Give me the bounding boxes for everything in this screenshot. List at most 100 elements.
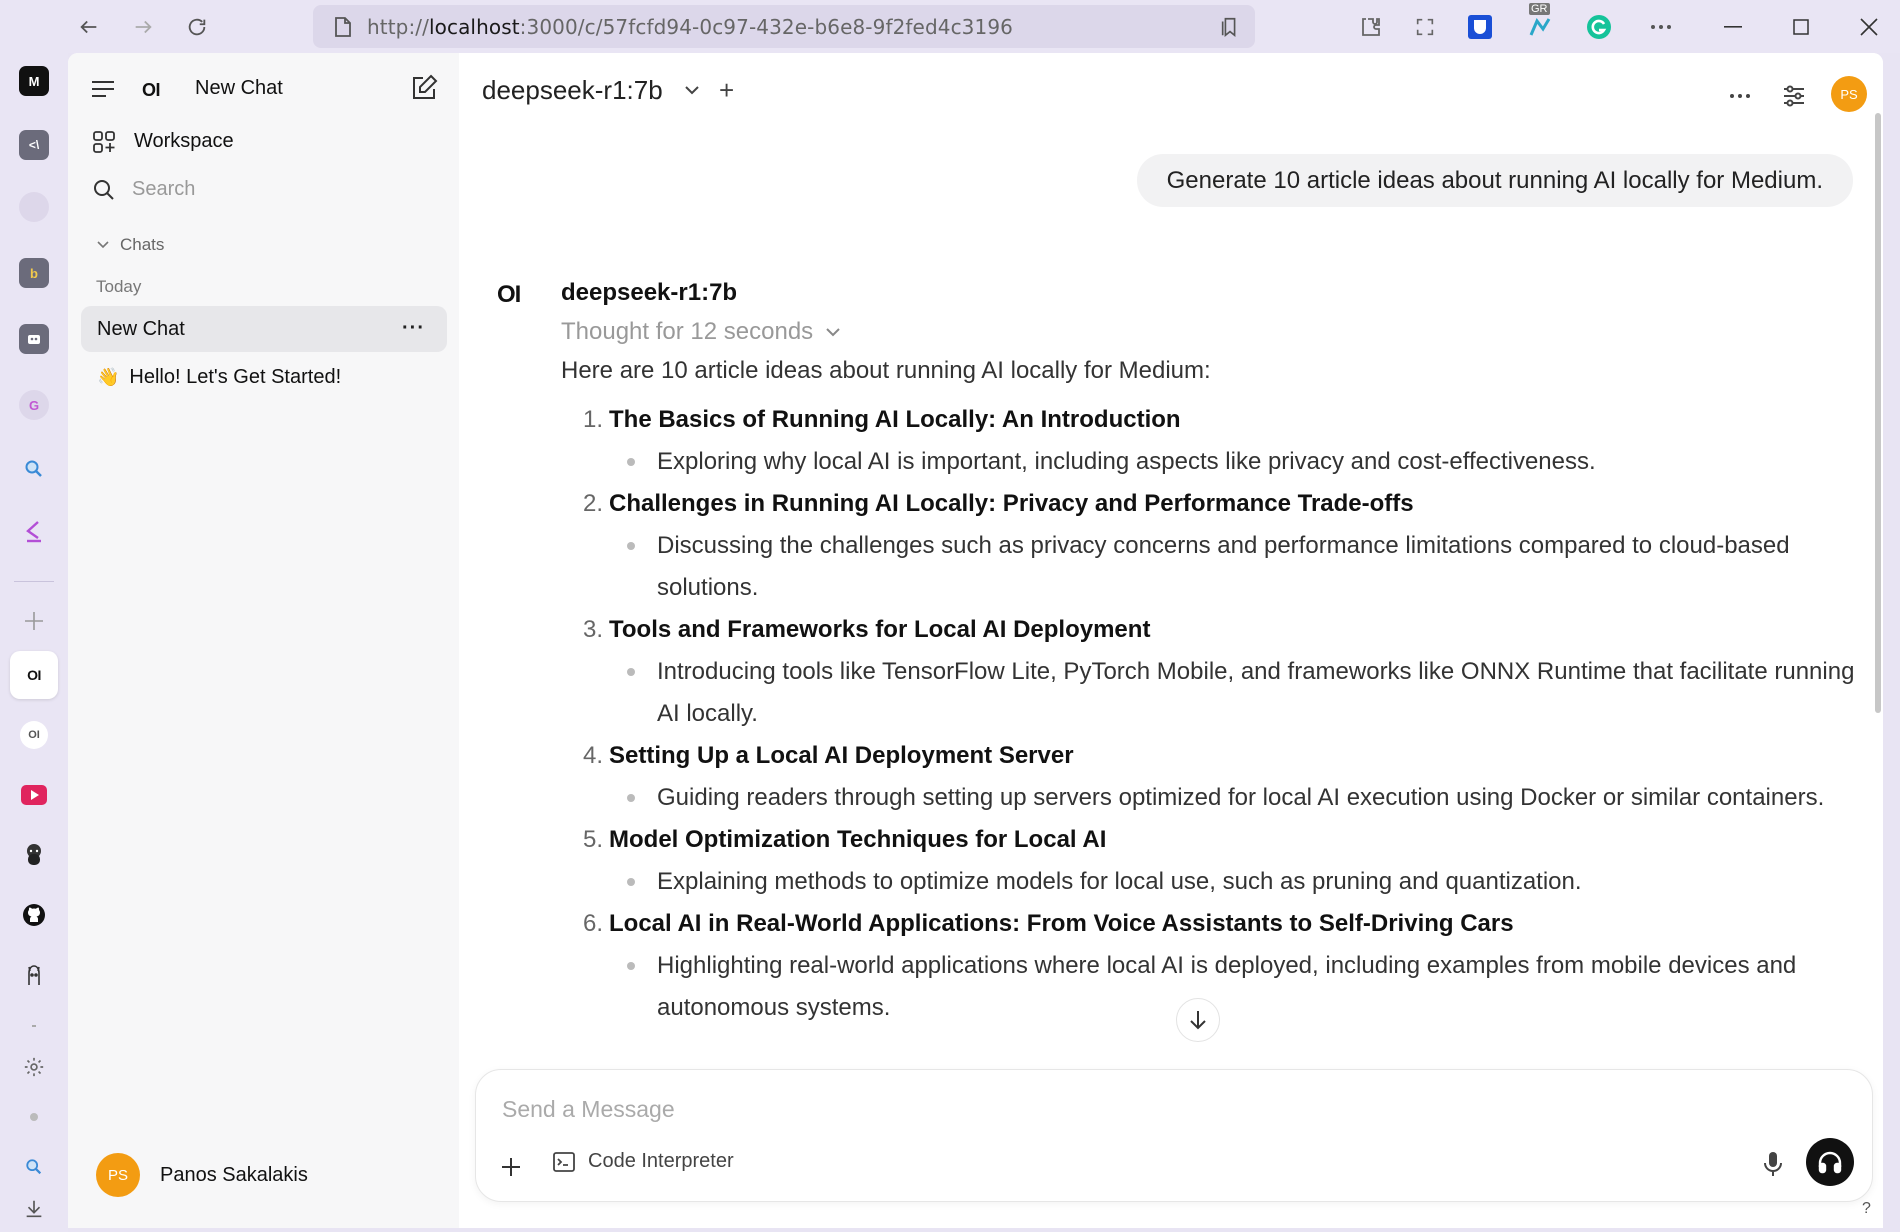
dot-icon: [30, 1113, 38, 1121]
gear-icon: [24, 1057, 44, 1077]
tab-bing[interactable]: b: [10, 249, 58, 297]
list-item: 1. The Basics of Running AI Locally: An …: [561, 399, 1871, 483]
settings-button[interactable]: [10, 1043, 58, 1091]
reload-button[interactable]: [182, 12, 212, 42]
favorites-icon[interactable]: [1219, 16, 1241, 43]
chat-item-hello[interactable]: 👋 Hello! Let's Get Started!: [81, 354, 447, 400]
forward-button[interactable]: [128, 12, 158, 42]
address-bar[interactable]: http://localhost:3000/c/57fcfd94-0c97-43…: [313, 5, 1255, 48]
new-chat-button[interactable]: [409, 73, 439, 103]
avatar[interactable]: PS: [1831, 76, 1867, 112]
chats-section-label[interactable]: Chats: [120, 235, 164, 255]
item-description: Highlighting real-world applications whe…: [609, 945, 1871, 1029]
page-icon: [335, 16, 351, 37]
bearded-avatar-icon: [27, 844, 41, 865]
user-message: Generate 10 article ideas about running …: [1136, 154, 1853, 207]
microphone-icon: [1764, 1152, 1782, 1176]
message-input[interactable]: [502, 1092, 1602, 1126]
item-description: Discussing the challenges such as privac…: [609, 525, 1871, 609]
tab-medium[interactable]: M: [10, 57, 58, 105]
bitwarden-icon[interactable]: [1465, 12, 1495, 42]
ideas-list: 1. The Basics of Running AI Locally: An …: [561, 399, 1871, 1029]
voice-mode-button[interactable]: [1806, 1138, 1854, 1186]
new-tab-button[interactable]: [10, 597, 58, 645]
model-selector[interactable]: deepseek-r1:7b: [482, 75, 663, 106]
item-number: 4.: [582, 742, 603, 769]
code-interpreter-toggle[interactable]: Code Interpreter: [552, 1150, 734, 1173]
list-item: 2. Challenges in Running AI Locally: Pri…: [561, 483, 1871, 609]
terminal-icon: [553, 1151, 575, 1172]
tab-blank[interactable]: [10, 183, 58, 231]
workspace-icon: [93, 131, 115, 153]
code-interpreter-label: Code Interpreter: [588, 1150, 734, 1172]
chats-collapse-toggle[interactable]: [96, 240, 110, 250]
tab-open-webui-active[interactable]: OI: [10, 651, 58, 699]
downloads-button[interactable]: [10, 1185, 58, 1232]
tabs-divider: [32, 1025, 36, 1027]
compose-icon: [413, 74, 438, 99]
thought-toggle[interactable]: Thought for 12 seconds: [561, 318, 841, 346]
search-icon: [26, 1159, 42, 1175]
item-description: Explaining methods to optimize models fo…: [609, 861, 1871, 903]
open-webui-app: OI New Chat Workspace Search Chats Today…: [68, 53, 1883, 1228]
tab-ollama[interactable]: [10, 951, 58, 999]
tab-pen[interactable]: [10, 507, 58, 555]
tab-search-2[interactable]: [10, 1143, 58, 1191]
browser-toolbar: http://localhost:3000/c/57fcfd94-0c97-43…: [0, 0, 1900, 53]
item-number: 2.: [582, 490, 603, 517]
bing-icon: b: [19, 258, 49, 288]
user-menu[interactable]: PS Panos Sakalakis: [96, 1153, 308, 1197]
medium-icon: M: [19, 66, 49, 96]
chat-item-new-chat[interactable]: New Chat ···: [81, 306, 447, 352]
chat-more-icon[interactable]: [1725, 81, 1755, 111]
scroll-to-bottom-button[interactable]: [1176, 998, 1220, 1042]
brand-logo: OI: [142, 80, 161, 100]
grammarly-icon[interactable]: [1584, 12, 1614, 42]
headphones-icon: [1818, 1151, 1842, 1174]
blank-tab-icon: [19, 192, 49, 222]
extensions-icon[interactable]: [1356, 12, 1386, 42]
add-model-button[interactable]: +: [719, 75, 734, 106]
chat-item-label: Hello! Let's Get Started!: [129, 365, 342, 388]
workspace-icon-wrap: [92, 130, 116, 154]
help-button[interactable]: ?: [1862, 1200, 1871, 1218]
controls-icon[interactable]: [1779, 81, 1809, 111]
vertical-tabs-bar: M <\ b G OI OI: [0, 53, 68, 1232]
tab-grammar[interactable]: G: [10, 381, 58, 429]
close-icon[interactable]: [1854, 12, 1884, 42]
tab-avatar-app[interactable]: [10, 831, 58, 879]
chevron-down-icon: [97, 241, 109, 249]
item-number: 1.: [582, 406, 603, 433]
sidebar-toggle-button[interactable]: [90, 78, 116, 100]
github-icon: [23, 904, 45, 926]
item-number: 3.: [582, 616, 603, 643]
tab-terminal[interactable]: <\: [10, 121, 58, 169]
search-input[interactable]: Search: [132, 178, 195, 201]
item-description: Introducing tools like TensorFlow Lite, …: [609, 651, 1871, 735]
more-icon[interactable]: [1646, 12, 1676, 42]
grammar-extension-icon[interactable]: GR: [1525, 3, 1555, 36]
item-title: Setting Up a Local AI Deployment Server: [609, 742, 1074, 769]
tab-youtube[interactable]: [10, 771, 58, 819]
list-item: 5. Model Optimization Techniques for Loc…: [561, 819, 1871, 903]
tab-search[interactable]: [10, 445, 58, 493]
chat-options-icon[interactable]: ···: [402, 317, 425, 340]
tab-robot[interactable]: [10, 315, 58, 363]
chevron-down-icon: [826, 328, 840, 337]
workspace-link[interactable]: Workspace: [134, 130, 234, 153]
scrollbar[interactable]: [1875, 113, 1881, 713]
screenshot-icon[interactable]: [1410, 12, 1440, 42]
new-chat-link[interactable]: New Chat: [195, 77, 283, 100]
chevron-down-icon[interactable]: [684, 83, 700, 101]
dictate-button[interactable]: [1762, 1150, 1784, 1183]
tab-github[interactable]: [10, 891, 58, 939]
download-icon: [26, 1200, 42, 1218]
attach-button[interactable]: [500, 1152, 522, 1186]
maximize-icon[interactable]: [1786, 12, 1816, 42]
robot-icon: [19, 324, 49, 354]
tab-open-webui[interactable]: OI: [10, 711, 58, 759]
grammar-icon: G: [19, 390, 49, 420]
assistant-avatar: OI: [497, 281, 521, 308]
minimize-icon[interactable]: [1718, 12, 1748, 42]
back-button[interactable]: [74, 12, 104, 42]
